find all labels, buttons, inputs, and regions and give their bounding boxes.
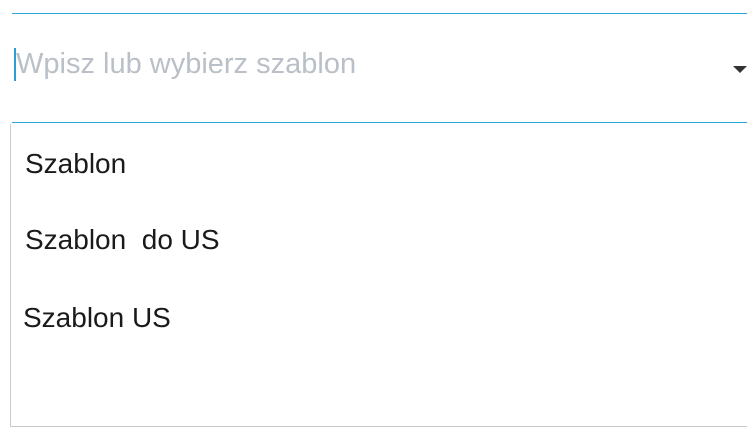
template-dropdown-list: Szablon Szablon do US Szablon US [10,124,747,427]
template-combobox[interactable] [12,14,747,123]
template-input[interactable] [12,44,712,84]
menu-item-szablon-us[interactable]: Szablon US [23,302,171,334]
caret-down-icon[interactable] [733,66,747,73]
input-underline [12,122,747,123]
menu-item-szablon-do-us[interactable]: Szablon do US [25,224,220,256]
menu-item-szablon[interactable]: Szablon [25,148,126,180]
template-picker: Szablon Szablon do US Szablon US [0,0,747,428]
